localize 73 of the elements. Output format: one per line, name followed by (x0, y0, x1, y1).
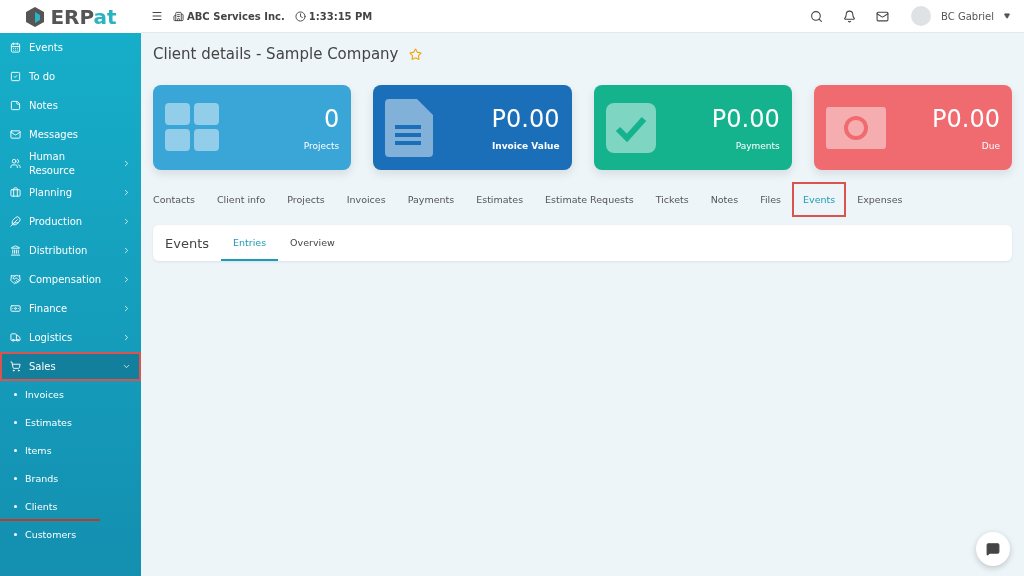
tab[interactable]: Invoices (335, 182, 397, 217)
feather-icon (10, 216, 21, 227)
panel-tab[interactable]: Overview (278, 225, 347, 261)
clock-time: 1:33:15 PM (308, 10, 373, 22)
tab[interactable]: Projects (276, 182, 336, 217)
sidebar-item[interactable]: Messages (0, 120, 141, 149)
user-name[interactable]: BC Gabriel (941, 10, 994, 22)
search-icon[interactable] (810, 9, 824, 23)
stat-label: Invoice Value (491, 140, 560, 151)
bank-icon (10, 245, 21, 256)
stat-value: P0.00 (932, 104, 1000, 133)
grid-icon (165, 102, 221, 153)
cart-icon (10, 361, 21, 372)
caret-icon[interactable] (1004, 13, 1010, 19)
bell-icon[interactable] (843, 9, 857, 23)
submenu-item[interactable]: Customers (0, 521, 141, 549)
panel-tab[interactable]: Entries (221, 225, 279, 261)
tab[interactable]: Client info (205, 182, 277, 217)
sidebar-item[interactable]: Sales (0, 352, 141, 381)
document-icon (385, 98, 434, 157)
submenu-item[interactable]: Brands (0, 465, 141, 493)
tab[interactable]: Payments (396, 182, 466, 217)
menu-icon[interactable] (151, 10, 163, 22)
logo-text: ERPat (50, 4, 117, 29)
star-icon[interactable] (408, 47, 422, 61)
tab[interactable]: Estimate Requests (534, 182, 645, 217)
submenu-item[interactable]: Items (0, 437, 141, 465)
users-icon (10, 158, 21, 169)
stat-label: Due (981, 140, 1000, 151)
submenu-item[interactable]: Invoices (0, 381, 141, 409)
checkbox-icon (10, 71, 21, 82)
chat-icon (986, 542, 1000, 556)
handshake-icon (10, 274, 21, 285)
note-icon (10, 100, 21, 111)
stat-label: Payments (735, 140, 780, 151)
clock-icon (294, 10, 306, 22)
page-title: Client details - Sample Company (153, 45, 399, 63)
sidebar-item[interactable]: Production (0, 207, 141, 236)
stat-value: P0.00 (491, 104, 560, 133)
chat-button[interactable] (976, 532, 1010, 566)
stat-value: P0.00 (711, 104, 780, 133)
submenu-item[interactable]: Clients (0, 493, 100, 521)
sidebar-item[interactable]: Planning (0, 178, 141, 207)
sidebar-item[interactable]: Distribution (0, 236, 141, 265)
sidebar-item[interactable]: Finance (0, 294, 141, 323)
mail-icon[interactable] (876, 9, 890, 23)
checkmark-icon (605, 102, 656, 153)
company-name: ABC Services Inc. (187, 10, 285, 22)
truck-icon (10, 332, 21, 343)
tab[interactable]: Contacts (153, 182, 206, 217)
stat-label: Projects (303, 140, 340, 151)
sidebar-item[interactable]: To do (0, 62, 141, 91)
tab[interactable]: Files (749, 182, 792, 217)
tab[interactable]: Expenses (846, 182, 914, 217)
panel-title: Events (165, 235, 209, 251)
mail-icon (10, 129, 21, 140)
sidebar-item[interactable]: Notes (0, 91, 141, 120)
submenu-item[interactable]: Estimates (0, 409, 141, 437)
tab[interactable]: Notes (699, 182, 750, 217)
building-icon (173, 10, 184, 22)
banknote-icon (10, 303, 21, 314)
sidebar-item[interactable]: Events (0, 33, 141, 62)
sidebar-item[interactable]: Compensation (0, 265, 141, 294)
banknote-icon (825, 106, 886, 149)
sidebar-item[interactable]: Logistics (0, 323, 141, 352)
briefcase-icon (10, 187, 21, 198)
stat-value: 0 (323, 104, 340, 133)
logo-icon (24, 5, 47, 28)
tab[interactable]: Tickets (644, 182, 700, 217)
sidebar-item[interactable]: Human Resource (0, 149, 141, 178)
calendar-icon (10, 42, 21, 53)
tab[interactable]: Estimates (465, 182, 535, 217)
tab[interactable]: Events (792, 182, 847, 217)
